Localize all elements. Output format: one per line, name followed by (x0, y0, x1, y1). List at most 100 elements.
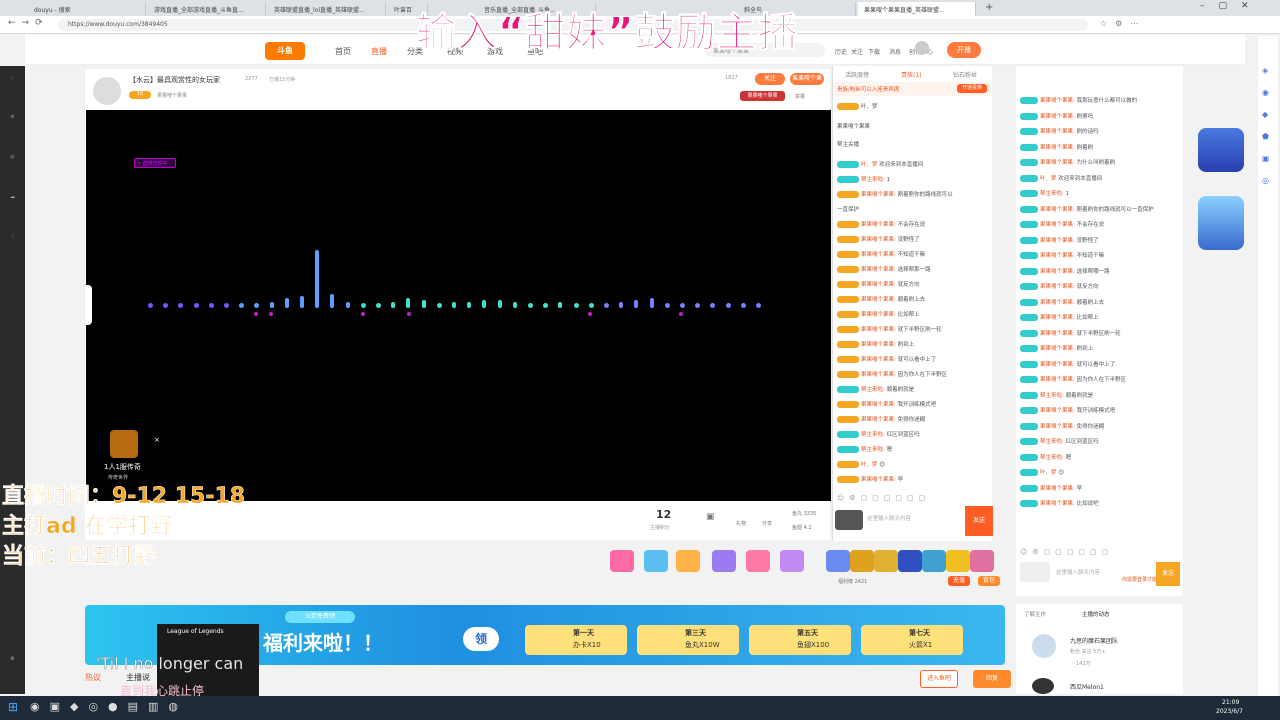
chat-nick[interactable]: 果果嗖个果果: (1040, 207, 1075, 213)
sidebar-game-icon[interactable]: ◎ (0, 154, 25, 160)
right-tools-icon[interactable]: ☺⚙▢▢▢▢▢▢ (1020, 548, 1113, 556)
gift-item[interactable] (898, 550, 922, 572)
gift-item[interactable] (826, 550, 850, 572)
new-tab-icon[interactable]: + (985, 2, 993, 13)
share-label[interactable]: 礼物 (736, 520, 746, 527)
start-icon[interactable]: ⊞ (8, 700, 18, 714)
nav-follow[interactable]: 关注 (851, 47, 863, 56)
browser-tab[interactable]: 英雄联盟直播_lol直播_英雄联盟... (268, 2, 386, 16)
browser-tab[interactable]: 游戏直播_全部游戏直播_斗鱼直... (148, 2, 266, 16)
banner-claim-button[interactable]: 领 (463, 627, 499, 651)
chat-nick[interactable]: 果果嗖个果果: (1040, 362, 1075, 368)
chat-nick[interactable]: 果果嗖个果果: (861, 252, 896, 258)
chat-nick[interactable]: 果果嗖个果果: (861, 342, 896, 348)
chat-nick[interactable]: 果果嗖个果果: (861, 327, 896, 333)
right-avatar[interactable] (1020, 562, 1050, 582)
chat-tools-icon[interactable]: ☺⚙▢▢▢▢▢▢ (837, 494, 930, 502)
banner-day1[interactable]: 第一天 办卡X10 (525, 625, 627, 655)
nav-message[interactable]: 消息 (889, 47, 901, 56)
banner-day7[interactable]: 第七天 火箭X1 (861, 625, 963, 655)
chat-nick[interactable]: 果果嗖个果果: (861, 417, 896, 423)
nav-download[interactable]: 下载 (868, 47, 880, 56)
chat-nick[interactable]: 帮主来啦: (1040, 393, 1064, 399)
chat-nick[interactable]: 果果嗖个果果: (1040, 377, 1075, 383)
browser-tab[interactable]: douyu - 搜索 (28, 2, 146, 16)
chat-nick[interactable]: 帮主来啦: (1040, 455, 1064, 461)
chat-nick[interactable]: 帮主来啦: (861, 177, 885, 183)
chat-nick[interactable]: 帮主来啦: (1040, 191, 1064, 197)
right-send-button[interactable]: 发送 (1156, 562, 1180, 586)
chat-nick[interactable]: 果果嗖个果果: (1040, 408, 1075, 414)
tab-anchor-dynamic[interactable]: 主播的动态 (1082, 610, 1110, 618)
follow-button[interactable]: 关注 (755, 73, 785, 85)
chat-nick[interactable]: 果果嗖个果果: (861, 297, 896, 303)
chat-nick[interactable]: 果果嗖个果果: (1040, 238, 1075, 244)
chat-nick[interactable]: 果果嗖个果果: (1040, 98, 1075, 104)
sidebar-settings-icon[interactable]: ⚙ (0, 656, 25, 662)
browser-toolbar-icon[interactable]: ☆⚙⋯ (1100, 19, 1146, 28)
side-apps-icon[interactable]: ◈ ◉ ◆ ⬟ ▣ ◎ (1262, 60, 1270, 192)
window-controls-icon[interactable]: –▢✕ (1200, 1, 1263, 11)
chat-nick[interactable]: 果果嗖个果果: (1040, 300, 1075, 306)
fans-button[interactable]: 果果嗖个果果 (790, 73, 824, 94)
banner-day5[interactable]: 第五天 鱼翅X100 (749, 625, 851, 655)
chat-nick[interactable]: 果果嗖个果果: (861, 372, 896, 378)
tab-fans[interactable]: 钻石粉丝 (953, 70, 977, 79)
gift-item[interactable] (922, 550, 946, 572)
sidebar-shop-icon[interactable]: ♢ (0, 234, 25, 240)
sidebar-follow-icon[interactable]: ♡ (0, 76, 25, 82)
chat-nick[interactable]: 叶、梦 (861, 462, 878, 468)
backpack-label[interactable]: 分享 (762, 520, 772, 527)
chat-nick[interactable]: 果果嗖个果果: (1040, 269, 1075, 275)
gift-item[interactable] (850, 550, 874, 572)
chat-nick[interactable]: 果果嗖个果果: (861, 402, 896, 408)
gift-item[interactable] (946, 550, 970, 572)
chat-nick[interactable]: 果果嗖个果果: (1040, 253, 1075, 259)
chat-nick[interactable]: 帮主来啦: (1040, 439, 1064, 445)
user1-avatar[interactable] (1032, 634, 1056, 658)
gift-icon[interactable]: ▣ (706, 512, 715, 522)
open-noble-button[interactable]: 开通贵族 (957, 84, 987, 93)
browser-tab-active[interactable]: 果果嗖个果果直播_英雄联盟... (858, 2, 976, 16)
enter-fishbar-button[interactable]: 进入鱼吧 (920, 670, 958, 688)
chat-nick[interactable]: 果果嗖个果果: (861, 222, 896, 228)
game-ad-title[interactable]: 1人1服传奇 (104, 462, 141, 472)
chat-nick[interactable]: 果果嗖个果果: (861, 357, 896, 363)
chat-input[interactable]: 这里输入聊天内容 (867, 514, 911, 522)
nav-arrows-icon[interactable]: ←→⟳ (8, 18, 49, 28)
chat-nick[interactable]: 果果嗖个果果: (861, 477, 896, 483)
send-button[interactable]: 发送 (965, 506, 993, 536)
chat-nick[interactable]: 叶、梦 (1040, 470, 1057, 476)
chat-nick[interactable]: 帮主来啦: (861, 387, 885, 393)
chat-nick[interactable]: 果果嗖个果果: (861, 237, 896, 243)
user2-avatar[interactable] (1032, 678, 1054, 694)
player-side-handle[interactable] (86, 285, 92, 325)
start-live-button[interactable]: 开播 (947, 42, 981, 58)
chat-nick[interactable]: 果果嗖个果果: (861, 192, 896, 198)
gift-item[interactable] (746, 550, 770, 572)
custom-cup-ad[interactable] (1198, 128, 1244, 172)
chat-nick[interactable]: 果果嗖个果果: (861, 312, 896, 318)
chat-nick[interactable]: 果果嗖个果果: (1040, 331, 1075, 337)
sidebar-rank-icon[interactable]: ≡ (0, 114, 25, 120)
anchor-name[interactable]: 果果嗖个果果 (157, 92, 187, 99)
chat-nick[interactable]: 果果嗖个果果: (1040, 222, 1075, 228)
chat-nick[interactable]: 果果嗖个果果: (1040, 424, 1075, 430)
gift-item[interactable] (712, 550, 736, 572)
banner-day3[interactable]: 第三天 鱼丸X10W (637, 625, 739, 655)
taskbar-apps-icon[interactable]: ◉▣◆◎●▤▥◍ (30, 700, 188, 713)
chat-nick[interactable]: 果果嗖个果果: (1040, 129, 1075, 135)
avatar[interactable] (915, 41, 929, 55)
tab-hot[interactable]: 热议 (85, 672, 101, 683)
douyu-logo[interactable]: 斗鱼 (265, 42, 305, 60)
fans-club-badge[interactable]: 果果嗖个果果 (740, 91, 785, 101)
chat-nick[interactable]: 果果嗖个果果: (1040, 114, 1075, 120)
game-ad-icon[interactable] (110, 430, 138, 458)
gift-item[interactable] (610, 550, 634, 572)
gift-item[interactable] (874, 550, 898, 572)
chat-nick[interactable]: 果果嗖个果果: (1040, 160, 1075, 166)
nav-live[interactable]: 直播 (371, 46, 387, 57)
gift-item[interactable] (780, 550, 804, 572)
gamepad-ad[interactable] (1198, 196, 1244, 250)
recharge-button[interactable]: 充值 (948, 576, 970, 586)
